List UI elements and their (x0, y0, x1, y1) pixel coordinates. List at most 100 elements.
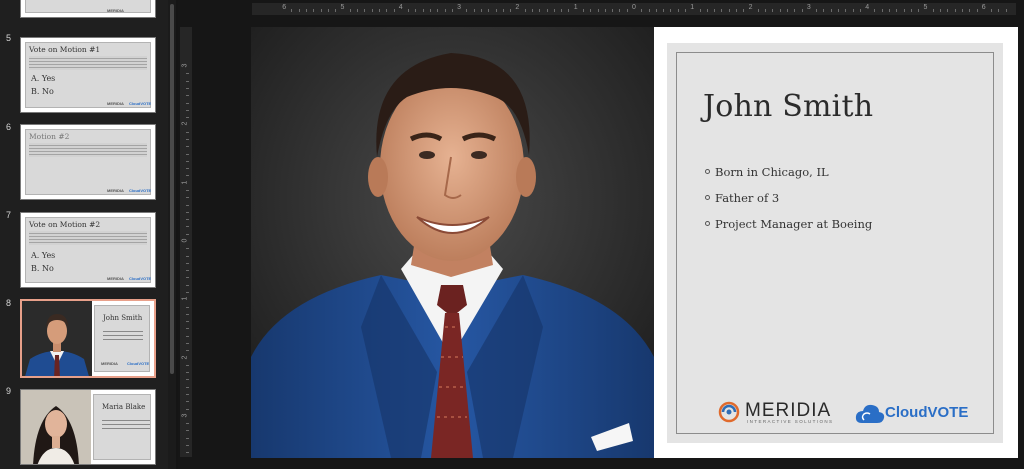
ruler-tick (648, 9, 650, 12)
ruler-tick (186, 306, 189, 308)
meridia-logo-mini: MERIDIA (107, 276, 124, 281)
ruler-tick (186, 321, 189, 323)
ruler-tick (903, 9, 905, 12)
ruler-tick (186, 379, 189, 381)
ruler-tick (881, 9, 883, 12)
ruler-tick (743, 9, 745, 12)
slide-thumbnail-7[interactable]: Vote on Motion #2 A. Yes B. No MERIDIA C… (20, 212, 156, 288)
thumb-option: A. Yes (31, 251, 56, 260)
meridia-logo[interactable]: MERIDIA INTERACTIVE SOLUTIONS (717, 400, 835, 426)
ruler-tick (473, 9, 475, 12)
ruler-tick (186, 343, 189, 345)
ruler-tick (186, 386, 189, 388)
person-name-title[interactable]: John Smith (703, 89, 873, 124)
ruler-tick (918, 9, 920, 12)
thumb-bullets (102, 417, 150, 431)
ruler-tick (998, 9, 1000, 12)
thumbnail-scrollbar[interactable] (168, 0, 176, 469)
slide-thumbnail-6[interactable]: Motion #2 MERIDIA CloudVOTE (20, 124, 156, 200)
thumb-body-text (29, 56, 147, 70)
ruler-label: 1 (181, 296, 189, 301)
ruler-tick (910, 9, 912, 12)
ruler-tick (186, 255, 189, 257)
ruler-tick (794, 9, 796, 12)
cloudvote-logo[interactable]: CloudVOTE (855, 403, 969, 425)
ruler-tick (582, 9, 584, 12)
bio-card[interactable]: John Smith Born in Chicago, IL Father of… (667, 43, 1003, 443)
ruler-tick (408, 9, 410, 12)
ruler-tick (186, 175, 189, 177)
slide-thumbnail-5[interactable]: Vote on Motion #1 A. Yes B. No MERIDIA C… (20, 37, 156, 113)
ruler-tick (186, 350, 189, 352)
ruler-tick (531, 9, 533, 12)
ruler-tick (772, 9, 774, 12)
thumb-portrait-photo (21, 390, 91, 464)
bio-bullet[interactable]: Project Manager at Boeing (705, 217, 872, 231)
horizontal-ruler[interactable]: 6 5 4 3 2 1 0 1 2 3 4 5 6 (252, 3, 1016, 15)
slide-thumbnail-8-selected[interactable]: John Smith MERIDIA CloudVOTE (20, 299, 156, 378)
meridia-logo-mini: MERIDIA (107, 8, 124, 13)
slide-thumbnail-9[interactable]: Maria Blake (20, 389, 156, 465)
thumb-body-text (29, 143, 147, 157)
ruler-tick (186, 364, 189, 366)
current-slide-canvas[interactable]: John Smith Born in Chicago, IL Father of… (251, 27, 1018, 458)
portrait-photo[interactable] (251, 27, 654, 458)
ruler-tick (186, 102, 189, 104)
ruler-tick (852, 9, 854, 12)
ruler-tick (685, 9, 686, 12)
ruler-tick (313, 9, 315, 12)
ruler-tick (186, 117, 189, 119)
ruler-tick (444, 9, 446, 12)
ruler-tick (495, 9, 497, 12)
ruler-tick (553, 9, 555, 12)
ruler-tick (364, 9, 366, 12)
ruler-tick (186, 95, 189, 97)
ruler-tick (779, 9, 781, 12)
ruler-tick (801, 9, 803, 12)
ruler-tick (298, 9, 300, 12)
ruler-label: 2 (515, 4, 520, 11)
ruler-label: 3 (457, 4, 461, 11)
ruler-tick (976, 9, 978, 12)
ruler-tick (969, 9, 971, 12)
scrollbar-thumb[interactable] (170, 4, 174, 374)
thumb-option: A. Yes (31, 74, 56, 83)
ruler-tick (859, 9, 861, 12)
cloudvote-logo-mini: CloudVOTE (129, 101, 152, 106)
ruler-tick (393, 9, 395, 12)
vertical-ruler[interactable]: 3 2 1 0 1 2 3 (180, 27, 192, 457)
ruler-tick (186, 211, 189, 213)
ruler-tick (186, 292, 189, 293)
slide-number: 5 (6, 33, 12, 43)
slide-number: 8 (6, 298, 12, 308)
ruler-tick (186, 80, 189, 82)
bio-bullet-list[interactable]: Born in Chicago, IL Father of 3 Project … (705, 165, 872, 243)
ruler-tick (932, 9, 934, 12)
ruler-tick (699, 9, 701, 12)
ruler-tick (186, 313, 189, 315)
slide-thumbnail-4[interactable]: MERIDIA (20, 0, 156, 18)
slide-thumbnail-pane[interactable]: MERIDIA 5 Vote on Motion #1 A. Yes B. No… (0, 0, 170, 469)
bio-bullet[interactable]: Father of 3 (705, 191, 872, 205)
ruler-tick (670, 9, 672, 12)
ruler-tick (378, 9, 380, 12)
ruler-tick (186, 284, 189, 286)
ruler-tick (186, 160, 189, 162)
ruler-tick (437, 9, 439, 12)
bullet-icon (705, 221, 710, 226)
ruler-tick (663, 9, 665, 12)
ruler-tick (186, 168, 189, 170)
cloudvote-wordmark: CloudVOTE (885, 404, 969, 421)
ruler-tick (186, 445, 189, 447)
ruler-label: 0 (181, 238, 189, 243)
ruler-tick (186, 335, 189, 337)
ruler-label: 3 (181, 63, 189, 68)
ruler-label: 3 (181, 413, 189, 418)
ruler-tick (186, 233, 189, 235)
ruler-tick (415, 9, 417, 12)
ruler-tick (561, 9, 563, 12)
thumb-option: B. No (31, 264, 54, 273)
slide-editor[interactable]: 6543210123456 3210123 John Smith Born in… (178, 0, 1024, 469)
meridia-mark-icon (718, 401, 740, 423)
bio-bullet[interactable]: Born in Chicago, IL (705, 165, 872, 179)
